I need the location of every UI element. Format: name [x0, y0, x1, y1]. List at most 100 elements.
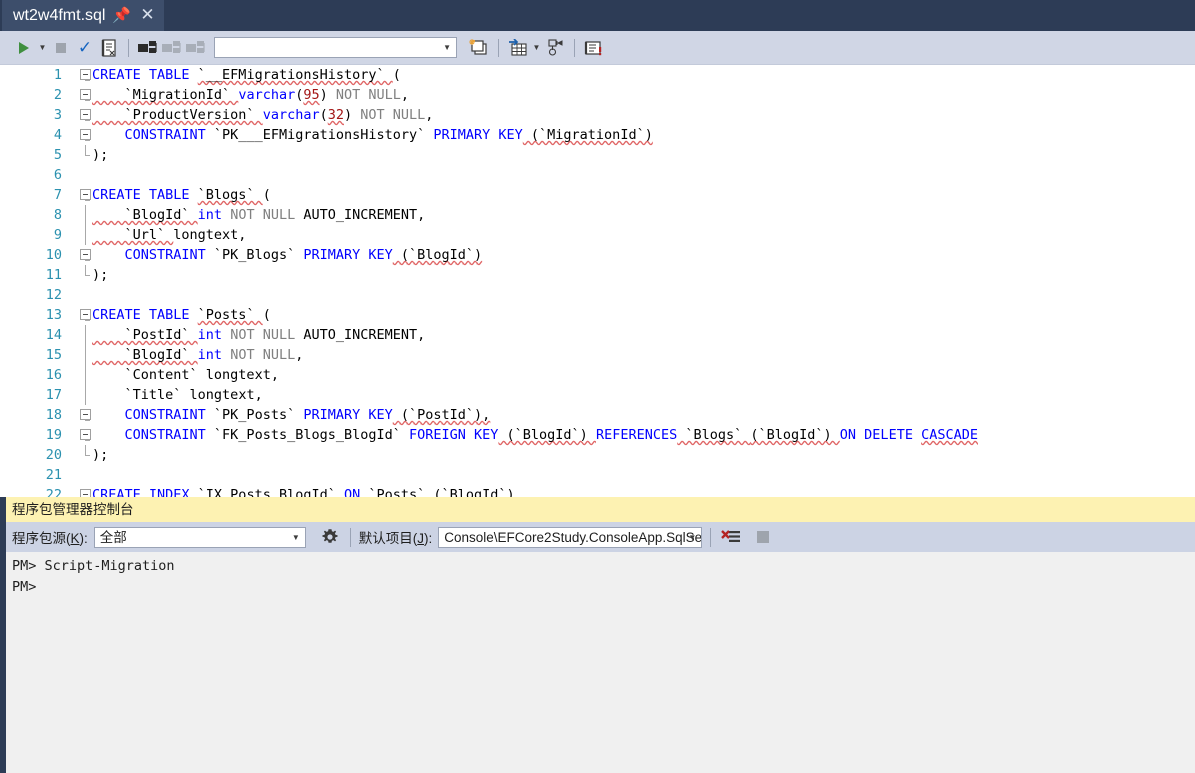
outline-tick — [85, 320, 90, 321]
code-line[interactable]: 17 `Title` longtext, — [0, 385, 1195, 405]
results-grid-icon — [509, 38, 527, 56]
code-line[interactable]: 22 CREATE INDEX `IX_Posts_BlogId` ON `Pos… — [0, 485, 1195, 497]
execute-query-button[interactable] — [12, 36, 36, 60]
code-line[interactable]: 15 `BlogId` int NOT NULL, — [0, 345, 1195, 365]
code-line[interactable]: 16 `Content` longtext, — [0, 365, 1195, 385]
code-area[interactable]: 1 CREATE TABLE `__EFMigrationsHistory` ( 2… — [0, 65, 1195, 497]
code-line[interactable]: 19 CONSTRAINT `FK_Posts_Blogs_BlogId` FO… — [0, 425, 1195, 445]
line-number: 13 — [45, 307, 62, 323]
code-text: `PostId` int NOT NULL AUTO_INCREMENT, — [92, 327, 426, 343]
line-number: 12 — [45, 287, 62, 303]
editor-tab-wt2w4fmt-sql[interactable]: wt2w4fmt.sql 📌 ✕ — [2, 0, 165, 31]
package-source-value: 全部 — [99, 529, 127, 545]
stop-console-button[interactable] — [751, 525, 775, 549]
console-title: 程序包管理器控制台 — [12, 502, 134, 517]
line-number: 20 — [45, 447, 62, 463]
parse-query-button[interactable]: ✓ — [73, 36, 97, 60]
code-line[interactable]: 14 `PostId` int NOT NULL AUTO_INCREMENT, — [0, 325, 1195, 345]
code-line[interactable]: 8 `BlogId` int NOT NULL AUTO_INCREMENT, — [0, 205, 1195, 225]
collapse-toggle-icon[interactable] — [80, 89, 91, 100]
code-text: `Url` longtext, — [92, 227, 247, 243]
console-output[interactable]: PM> Script-Migration PM> — [6, 552, 1195, 773]
code-text: CREATE TABLE `Posts` ( — [92, 307, 271, 323]
line-number: 10 — [45, 247, 62, 263]
chevron-down-icon: ▼ — [688, 532, 697, 542]
code-line[interactable]: 2 `MigrationId` varchar(95) NOT NULL, — [0, 85, 1195, 105]
code-line[interactable]: 3 `ProductVersion` varchar(32) NOT NULL, — [0, 105, 1195, 125]
line-number: 17 — [45, 387, 62, 403]
collapse-toggle-icon[interactable] — [80, 409, 91, 420]
code-text: ); — [92, 267, 109, 283]
query-options-button[interactable] — [97, 36, 121, 60]
code-line[interactable]: 10 CONSTRAINT `PK_Blogs` PRIMARY KEY (`B… — [0, 245, 1195, 265]
line-number: 19 — [45, 427, 62, 443]
code-line[interactable]: 6 — [0, 165, 1195, 185]
editor-tab-label: wt2w4fmt.sql — [13, 7, 106, 24]
results-dropdown[interactable]: ▼ — [530, 36, 543, 60]
collapse-toggle-icon[interactable] — [80, 249, 91, 260]
code-line[interactable]: 11); — [0, 265, 1195, 285]
outline-tick — [85, 80, 90, 81]
include-actual-plan-button[interactable] — [543, 36, 567, 60]
collapse-toggle-icon[interactable] — [80, 189, 91, 200]
collapse-toggle-icon[interactable] — [80, 129, 91, 140]
database-combo[interactable]: ▼ — [214, 37, 457, 58]
execute-dropdown[interactable]: ▼ — [36, 36, 49, 60]
code-line[interactable]: 21 — [0, 465, 1195, 485]
change-connection-button[interactable] — [184, 36, 208, 60]
cancel-query-button[interactable] — [49, 36, 73, 60]
code-line[interactable]: 7 CREATE TABLE `Blogs` ( — [0, 185, 1195, 205]
line-number: 8 — [53, 207, 62, 223]
console-toolbar-separator-2 — [710, 527, 712, 547]
run-triangle-icon — [19, 41, 29, 54]
code-line[interactable]: 20); — [0, 445, 1195, 465]
code-line[interactable]: 1 CREATE TABLE `__EFMigrationsHistory` ( — [0, 65, 1195, 85]
new-query-button[interactable] — [467, 36, 491, 60]
outline-guide — [85, 325, 86, 345]
code-line[interactable]: 5); — [0, 145, 1195, 165]
close-icon[interactable]: ✕ — [137, 5, 157, 26]
stop-icon — [757, 531, 770, 543]
default-project-combo[interactable]: Console\EFCore2Study.ConsoleApp.SqlSer ▼ — [438, 526, 703, 548]
code-line[interactable]: 4 CONSTRAINT `PK___EFMigrationsHistory` … — [0, 125, 1195, 145]
outline-guide — [85, 225, 86, 245]
code-text: CREATE TABLE `__EFMigrationsHistory` ( — [92, 67, 401, 83]
sql-editor[interactable]: 1 CREATE TABLE `__EFMigrationsHistory` ( 2… — [0, 65, 1195, 497]
clear-console-button[interactable] — [719, 525, 743, 549]
pin-icon[interactable]: 📌 — [111, 6, 131, 26]
code-line[interactable]: 9 `Url` longtext, — [0, 225, 1195, 245]
code-line[interactable]: 12 — [0, 285, 1195, 305]
default-project-label: 默认项目(J): — [358, 531, 433, 546]
query-designer-button[interactable] — [582, 36, 606, 60]
outline-guide — [85, 345, 86, 365]
console-toolbar-separator-1 — [349, 527, 351, 547]
code-text: `BlogId` int NOT NULL, — [92, 347, 304, 363]
line-number: 1 — [53, 67, 62, 83]
collapse-toggle-icon[interactable] — [80, 309, 91, 320]
editor-toolbar: ▼ ✓ ▼ ▼ — [0, 31, 1195, 65]
code-line[interactable]: 13 CREATE TABLE `Posts` ( — [0, 305, 1195, 325]
console-title-bar: 程序包管理器控制台 — [6, 497, 1195, 522]
package-source-combo[interactable]: 全部 ▼ — [93, 526, 306, 548]
line-number: 15 — [45, 347, 62, 363]
collapse-toggle-icon[interactable] — [80, 489, 91, 497]
package-settings-button[interactable] — [318, 525, 342, 549]
toolbar-separator-1 — [128, 38, 129, 57]
code-line[interactable]: 18 CONSTRAINT `PK_Posts` PRIMARY KEY (`P… — [0, 405, 1195, 425]
collapse-toggle-icon[interactable] — [80, 429, 91, 440]
disconnect-button[interactable] — [160, 36, 184, 60]
outline-guide-end — [85, 265, 90, 276]
code-text: `Content` longtext, — [92, 367, 279, 383]
collapse-toggle-icon[interactable] — [80, 69, 91, 80]
connect-button[interactable] — [136, 36, 160, 60]
line-number: 14 — [45, 327, 62, 343]
line-number: 11 — [45, 267, 62, 283]
outline-tick — [85, 100, 90, 101]
tab-strip: wt2w4fmt.sql 📌 ✕ — [0, 0, 1195, 31]
chevron-down-icon: ▼ — [443, 43, 451, 52]
line-number: 5 — [53, 147, 62, 163]
line-number: 4 — [53, 127, 62, 143]
results-to-grid-button[interactable] — [506, 36, 530, 60]
collapse-toggle-icon[interactable] — [80, 109, 91, 120]
code-text: `ProductVersion` varchar(32) NOT NULL, — [92, 107, 434, 123]
